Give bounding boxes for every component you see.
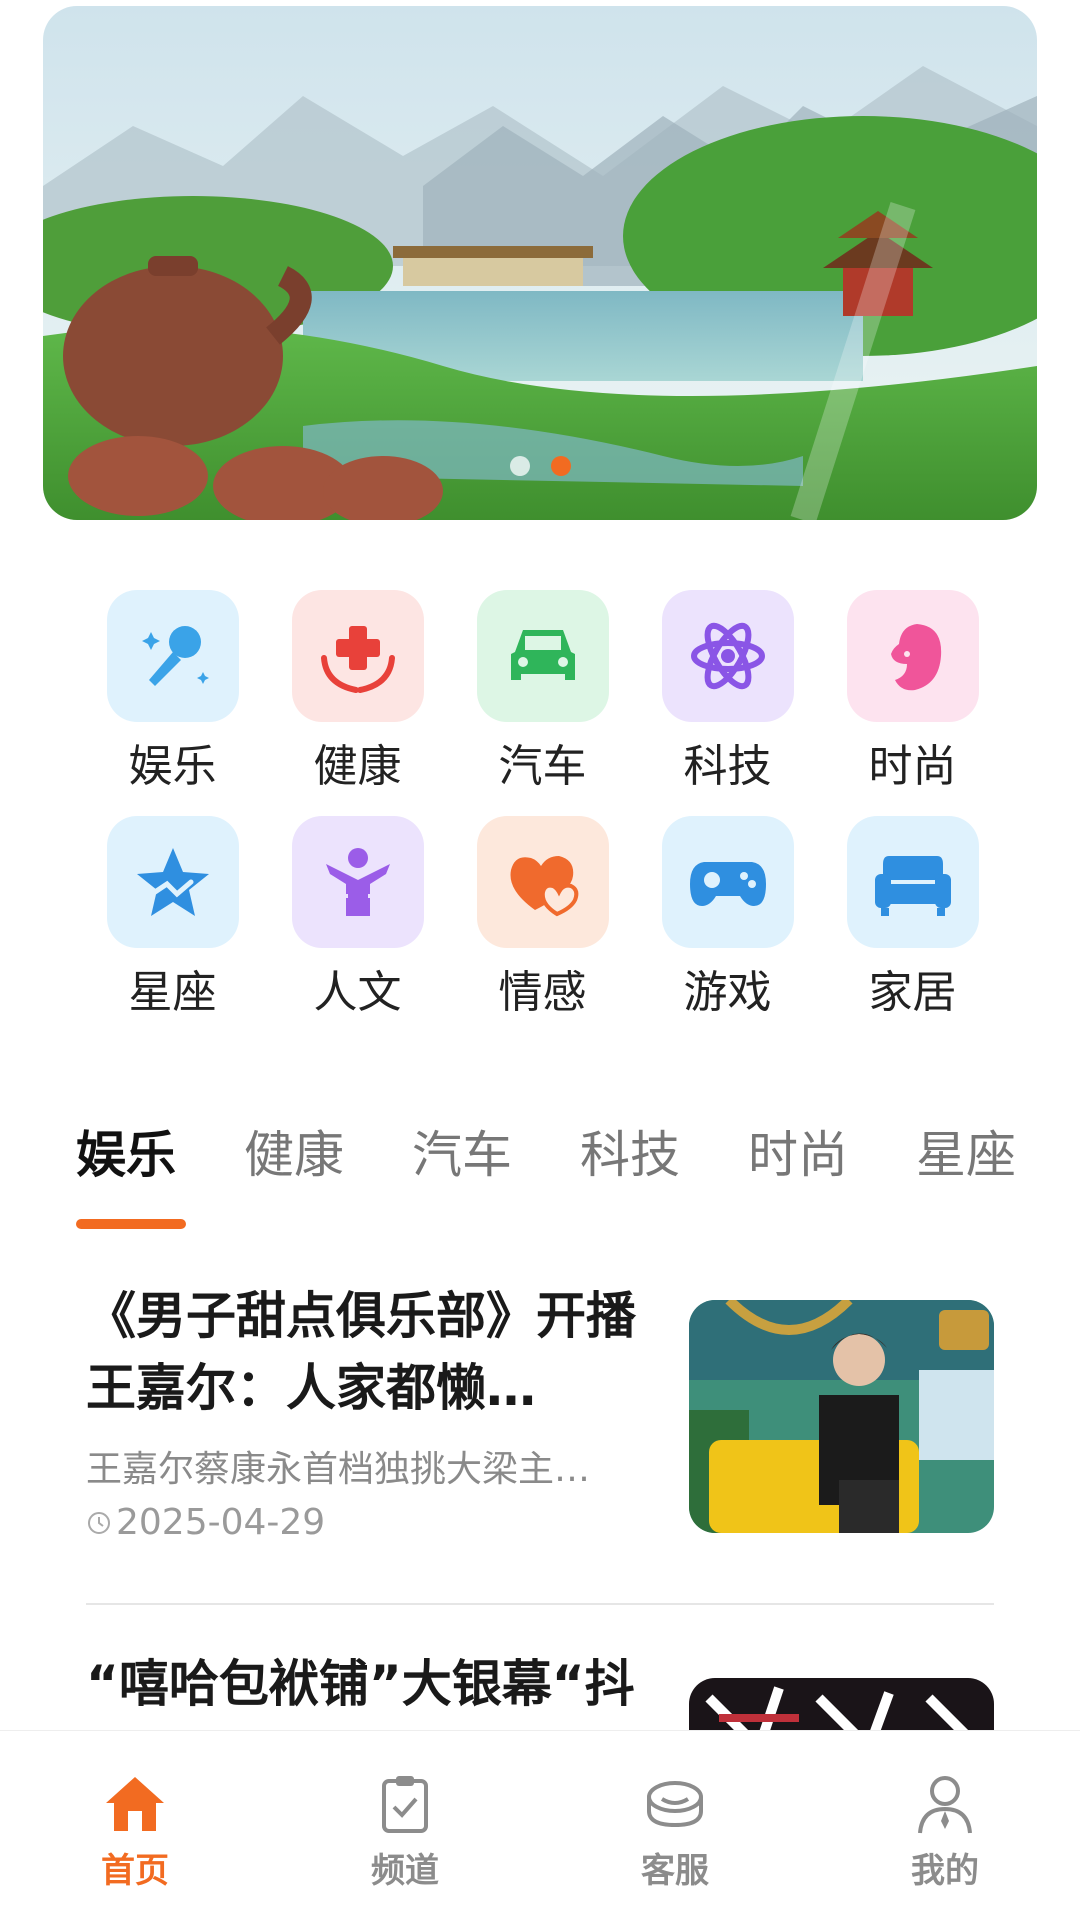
woman-profile-icon: [890, 624, 941, 691]
nav-profile[interactable]: 我的: [810, 1731, 1080, 1921]
category-horoscope[interactable]: 星座: [80, 816, 265, 1024]
nav-home[interactable]: 首页: [0, 1731, 270, 1921]
bottom-navigation: 首页 频道 客服 我的: [0, 1730, 1080, 1921]
banner-landscape-image: [43, 6, 1037, 520]
category-fashion[interactable]: 时尚: [820, 590, 1005, 798]
category-label: 游戏: [683, 967, 772, 1018]
hearts-icon: [510, 856, 578, 917]
category-label: 科技: [683, 741, 772, 792]
category-label: 汽车: [498, 741, 587, 792]
category-tile: [106, 816, 239, 948]
tab-fashion[interactable]: 时尚: [748, 1120, 848, 1190]
clock-icon: [88, 1511, 110, 1534]
article-date: 2025-04-29: [116, 1502, 326, 1543]
carousel-indicators: [43, 456, 1037, 476]
category-tile: [476, 816, 609, 948]
health-cross-hands-icon: [320, 626, 395, 693]
person-arms-up-icon: [325, 848, 390, 916]
active-tab-indicator: [76, 1219, 186, 1229]
atom-icon: [690, 622, 765, 690]
category-humanities[interactable]: 人文: [265, 816, 450, 1024]
nav-channels[interactable]: 频道: [270, 1731, 540, 1921]
nav-label: 我的: [911, 1851, 979, 1891]
sofa-icon: [874, 856, 951, 916]
category-label: 时尚: [868, 741, 957, 792]
article-date-row: 2025-04-29: [86, 1502, 325, 1543]
microphone-icon: [141, 626, 209, 686]
article-thumbnail: [689, 1678, 994, 1730]
user-icon: [918, 1776, 972, 1834]
category-tile: [661, 816, 794, 948]
category-tile: [476, 590, 609, 722]
banner-carousel[interactable]: [43, 6, 1037, 520]
article-image: [689, 1300, 994, 1533]
category-tile: [661, 590, 794, 722]
article-image: [689, 1678, 994, 1730]
article-item[interactable]: “嘻哈包袱铺”大银幕“抖: [86, 1648, 994, 1730]
category-emotion[interactable]: 情感: [450, 816, 635, 1024]
tab-tech[interactable]: 科技: [580, 1120, 680, 1190]
category-label: 娱乐: [128, 741, 217, 792]
customer-service-icon: [647, 1781, 703, 1828]
article-title: “嘻哈包袱铺”大银幕“抖: [86, 1655, 635, 1713]
category-grid: 娱乐 健康 汽车 科技 时尚 星座 人文 情感 游戏 家居: [80, 590, 1000, 1024]
category-label: 星座: [128, 967, 217, 1018]
carousel-dot-active[interactable]: [550, 456, 571, 476]
category-tabs: 娱乐 健康 汽车 科技 时尚 星座: [76, 1120, 1038, 1220]
gamepad-icon: [689, 862, 766, 906]
category-tile: [291, 590, 424, 722]
home-icon: [106, 1777, 164, 1831]
car-icon: [510, 630, 575, 680]
nav-customer-service[interactable]: 客服: [540, 1731, 810, 1921]
tab-entertainment[interactable]: 娱乐: [76, 1120, 176, 1190]
tab-horoscope[interactable]: 星座: [916, 1120, 1016, 1190]
nav-label: 客服: [641, 1851, 709, 1891]
article-title: 《男子甜点俱乐部》开播 王嘉尔：人家都懒…: [86, 1287, 636, 1417]
category-entertainment[interactable]: 娱乐: [80, 590, 265, 798]
carousel-dot[interactable]: [509, 456, 530, 476]
nav-label: 首页: [101, 1851, 169, 1891]
category-game[interactable]: 游戏: [635, 816, 820, 1024]
star-icon: [136, 848, 209, 916]
category-tech[interactable]: 科技: [635, 590, 820, 798]
category-label: 人文: [313, 967, 402, 1018]
category-label: 情感: [498, 967, 587, 1018]
article-divider: [86, 1603, 994, 1605]
category-tile: [846, 590, 979, 722]
category-label: 家居: [868, 967, 957, 1018]
article-item[interactable]: 《男子甜点俱乐部》开播 王嘉尔：人家都懒… 王嘉尔蔡康永首档独挑大梁主… 202…: [86, 1280, 994, 1580]
article-summary: 王嘉尔蔡康永首档独挑大梁主…: [86, 1449, 591, 1490]
category-tile: [846, 816, 979, 948]
category-health[interactable]: 健康: [265, 590, 450, 798]
tab-car[interactable]: 汽车: [412, 1120, 512, 1190]
category-tile: [106, 590, 239, 722]
clipboard-check-icon: [382, 1776, 428, 1833]
category-home[interactable]: 家居: [820, 816, 1005, 1024]
nav-label: 频道: [371, 1851, 439, 1891]
article-thumbnail: [689, 1300, 994, 1533]
category-tile: [291, 816, 424, 948]
category-car[interactable]: 汽车: [450, 590, 635, 798]
category-label: 健康: [313, 741, 402, 792]
tab-health[interactable]: 健康: [244, 1120, 344, 1190]
